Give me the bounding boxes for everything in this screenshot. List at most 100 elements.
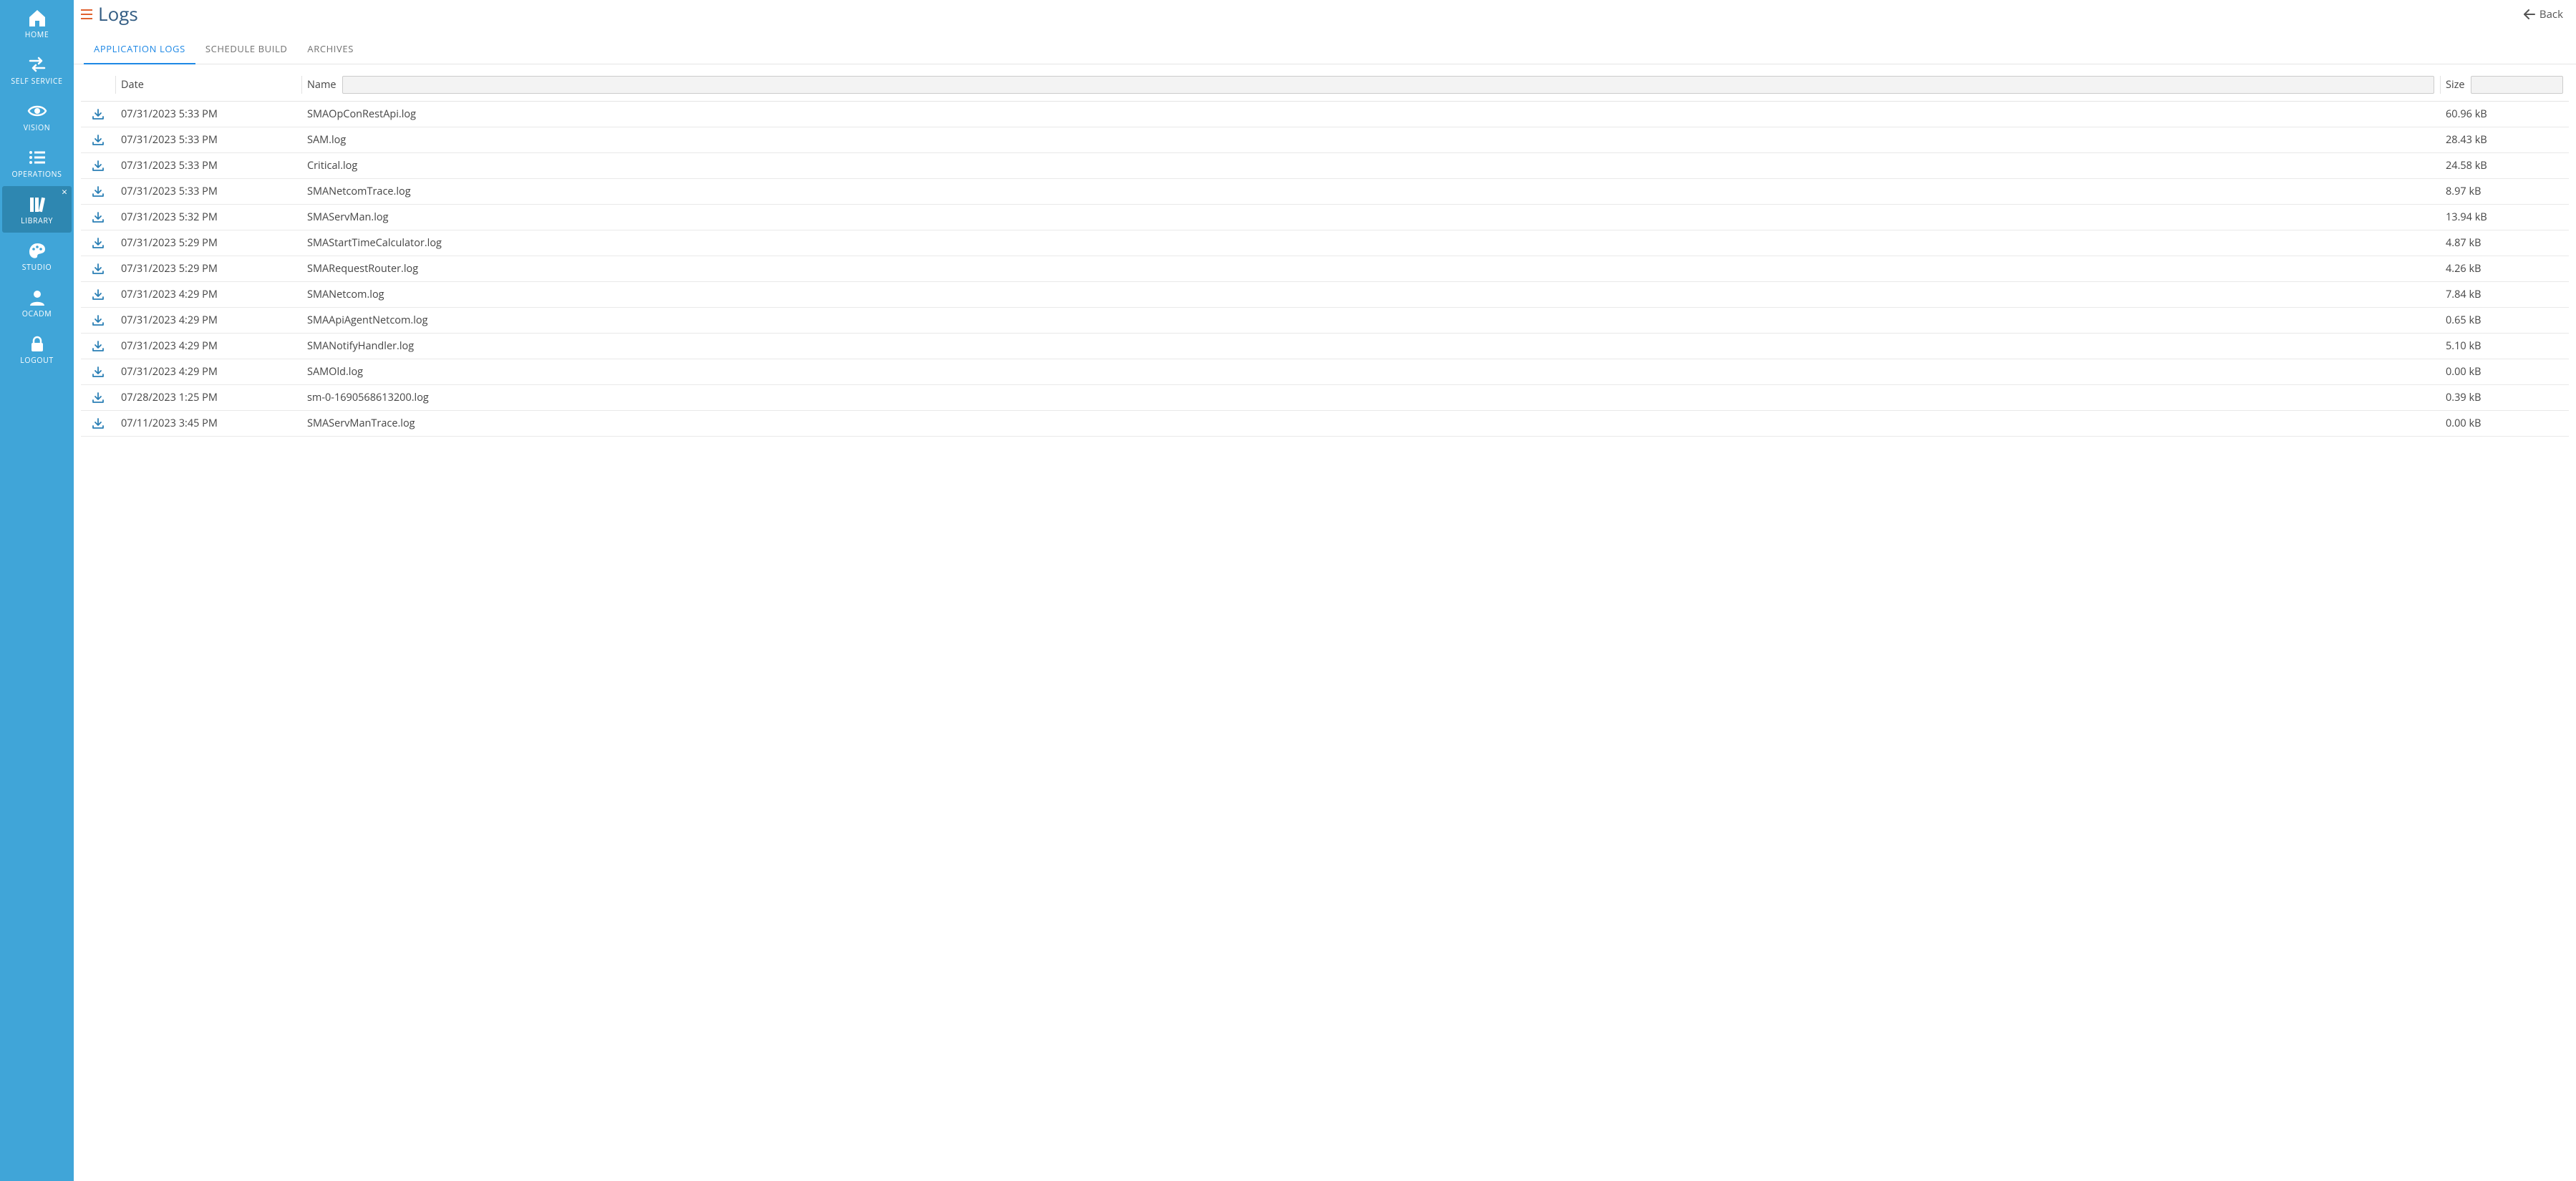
table-row[interactable]: 07/28/2023 1:25 PMsm-0-1690568613200.log… [81,385,2569,411]
table-row[interactable]: 07/31/2023 5:29 PMSMAStartTimeCalculator… [81,230,2569,256]
download-cell [81,359,115,385]
sidebar-item-label: OCADM [22,311,52,319]
name-cell: SAM.log [301,127,2440,153]
table-row[interactable]: 07/31/2023 4:29 PMSMANetcom.log7.84 kB [81,282,2569,308]
table-row[interactable]: 07/31/2023 4:29 PMSAMOld.log0.00 kB [81,359,2569,385]
download-cell [81,308,115,334]
size-filter-input[interactable] [2471,76,2563,94]
table-row[interactable]: 07/31/2023 5:33 PMSMANetcomTrace.log8.97… [81,179,2569,205]
palette-icon [27,241,47,260]
table-row[interactable]: 07/31/2023 5:33 PMSMAOpConRestApi.log60.… [81,102,2569,127]
size-cell: 28.43 kB [2440,127,2569,153]
size-cell: 8.97 kB [2440,179,2569,205]
sidebar-item-vision[interactable]: VISION [0,93,74,140]
hamburger-icon[interactable] [81,9,92,19]
column-size[interactable]: Size [2440,69,2569,102]
sidebar-item-ocadm[interactable]: OCADM [0,279,74,326]
table-row[interactable]: 07/31/2023 5:29 PMSMARequestRouter.log4.… [81,256,2569,282]
download-cell [81,230,115,256]
column-name-label: Name [307,78,336,92]
sidebar-item-label: SELF SERVICE [11,78,62,86]
size-cell: 4.26 kB [2440,256,2569,282]
size-cell: 0.39 kB [2440,385,2569,411]
download-icon[interactable] [87,211,110,223]
date-cell: 07/31/2023 4:29 PM [115,334,301,359]
download-icon[interactable] [87,417,110,429]
sidebar-item-home[interactable]: HOME [0,0,74,47]
download-cell [81,411,115,437]
name-cell: SMAServMan.log [301,205,2440,230]
size-cell: 13.94 kB [2440,205,2569,230]
name-cell: SMARequestRouter.log [301,256,2440,282]
download-icon[interactable] [87,392,110,404]
back-button[interactable]: Back [2524,7,2563,21]
date-cell: 07/31/2023 5:33 PM [115,153,301,179]
name-filter-input[interactable] [342,76,2434,94]
date-cell: 07/31/2023 5:32 PM [115,205,301,230]
download-cell [81,179,115,205]
download-icon[interactable] [87,366,110,378]
download-icon[interactable] [87,160,110,172]
download-cell [81,127,115,153]
column-name[interactable]: Name [301,69,2440,102]
name-cell: SAMOld.log [301,359,2440,385]
size-cell: 60.96 kB [2440,102,2569,127]
date-cell: 07/31/2023 5:33 PM [115,102,301,127]
sidebar-item-logout[interactable]: LOGOUT [0,326,74,372]
download-cell [81,153,115,179]
date-cell: 07/31/2023 4:29 PM [115,308,301,334]
sidebar-item-studio[interactable]: STUDIO [0,233,74,279]
column-size-label: Size [2446,78,2465,92]
sidebar-item-operations[interactable]: OPERATIONS [0,140,74,186]
tab-schedule-build[interactable]: SCHEDULE BUILD [195,35,298,64]
download-cell [81,205,115,230]
name-cell: sm-0-1690568613200.log [301,385,2440,411]
name-cell: Critical.log [301,153,2440,179]
table-row[interactable]: 07/31/2023 4:29 PMSMAApiAgentNetcom.log0… [81,308,2569,334]
sidebar-item-self-service[interactable]: SELF SERVICE [0,47,74,93]
download-icon[interactable] [87,134,110,146]
lock-icon [27,334,47,353]
close-icon[interactable]: × [62,188,67,198]
download-icon[interactable] [87,237,110,249]
download-icon[interactable] [87,108,110,120]
title-wrap: Logs [81,3,138,25]
column-date-label: Date [121,78,144,92]
date-cell: 07/31/2023 5:29 PM [115,230,301,256]
download-icon[interactable] [87,340,110,352]
date-cell: 07/31/2023 5:33 PM [115,179,301,205]
column-download [81,69,115,102]
download-icon[interactable] [87,288,110,301]
size-cell: 4.87 kB [2440,230,2569,256]
date-cell: 07/31/2023 4:29 PM [115,282,301,308]
download-icon[interactable] [87,314,110,326]
table-row[interactable]: 07/11/2023 3:45 PMSMAServManTrace.log0.0… [81,411,2569,437]
download-icon[interactable] [87,185,110,198]
table-row[interactable]: 07/31/2023 5:33 PMSAM.log28.43 kB [81,127,2569,153]
sidebar-item-label: LIBRARY [21,218,53,225]
tab-application-logs[interactable]: APPLICATION LOGS [84,35,195,64]
table-row[interactable]: 07/31/2023 5:33 PMCritical.log24.58 kB [81,153,2569,179]
sidebar-item-label: LOGOUT [20,357,54,365]
logs-table-body: 07/31/2023 5:33 PMSMAOpConRestApi.log60.… [81,102,2569,437]
size-cell: 0.65 kB [2440,308,2569,334]
date-cell: 07/11/2023 3:45 PM [115,411,301,437]
main-content: Logs Back APPLICATION LOGSSCHEDULE BUILD… [74,0,2576,1181]
sidebar-item-library[interactable]: × LIBRARY [2,186,72,233]
books-icon [27,195,47,213]
size-cell: 7.84 kB [2440,282,2569,308]
sidebar: HOME SELF SERVICE VISIONOPERATIONS × LIBRARY… [0,0,74,1181]
tab-archives[interactable]: ARCHIVES [297,35,364,64]
column-date[interactable]: Date [115,69,301,102]
table-row[interactable]: 07/31/2023 4:29 PMSMANotifyHandler.log5.… [81,334,2569,359]
table-row[interactable]: 07/31/2023 5:32 PMSMAServMan.log13.94 kB [81,205,2569,230]
name-cell: SMAServManTrace.log [301,411,2440,437]
size-cell: 5.10 kB [2440,334,2569,359]
size-cell: 24.58 kB [2440,153,2569,179]
date-cell: 07/31/2023 5:29 PM [115,256,301,282]
name-cell: SMAOpConRestApi.log [301,102,2440,127]
user-icon [27,288,47,306]
download-icon[interactable] [87,263,110,275]
date-cell: 07/31/2023 5:33 PM [115,127,301,153]
page-header: Logs Back [74,0,2576,25]
